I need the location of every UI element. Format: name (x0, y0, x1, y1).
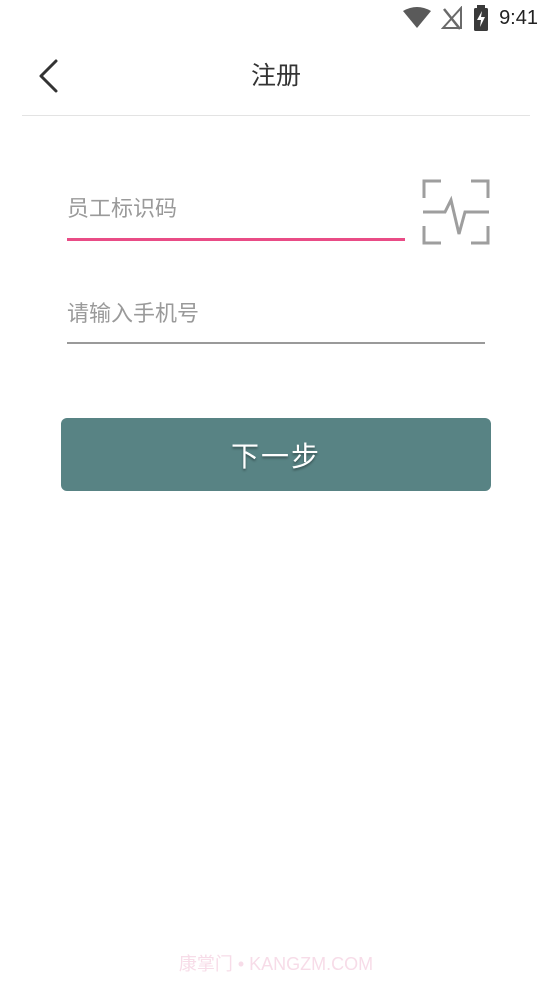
battery-charging-icon (474, 5, 489, 31)
phone-field (67, 302, 485, 344)
page-title: 注册 (250, 61, 301, 90)
phone-underline (67, 342, 485, 344)
next-button[interactable]: 下一步 (61, 418, 491, 491)
scan-icon (422, 179, 490, 245)
status-time: 9:41 (499, 6, 538, 29)
employee-id-underline (67, 238, 405, 241)
status-icons: 9:41 (403, 4, 538, 32)
wifi-icon (403, 7, 432, 28)
watermark: 康掌门 • KANGZM.COM (178, 954, 374, 974)
scan-button[interactable] (421, 178, 491, 246)
employee-id-input[interactable] (67, 197, 405, 222)
phone-input[interactable] (67, 302, 485, 327)
header: 注册 (0, 40, 552, 116)
no-signal-icon (441, 6, 463, 30)
employee-id-field (67, 197, 405, 241)
header-divider (22, 115, 530, 116)
status-bar: 9:41 (0, 0, 552, 40)
